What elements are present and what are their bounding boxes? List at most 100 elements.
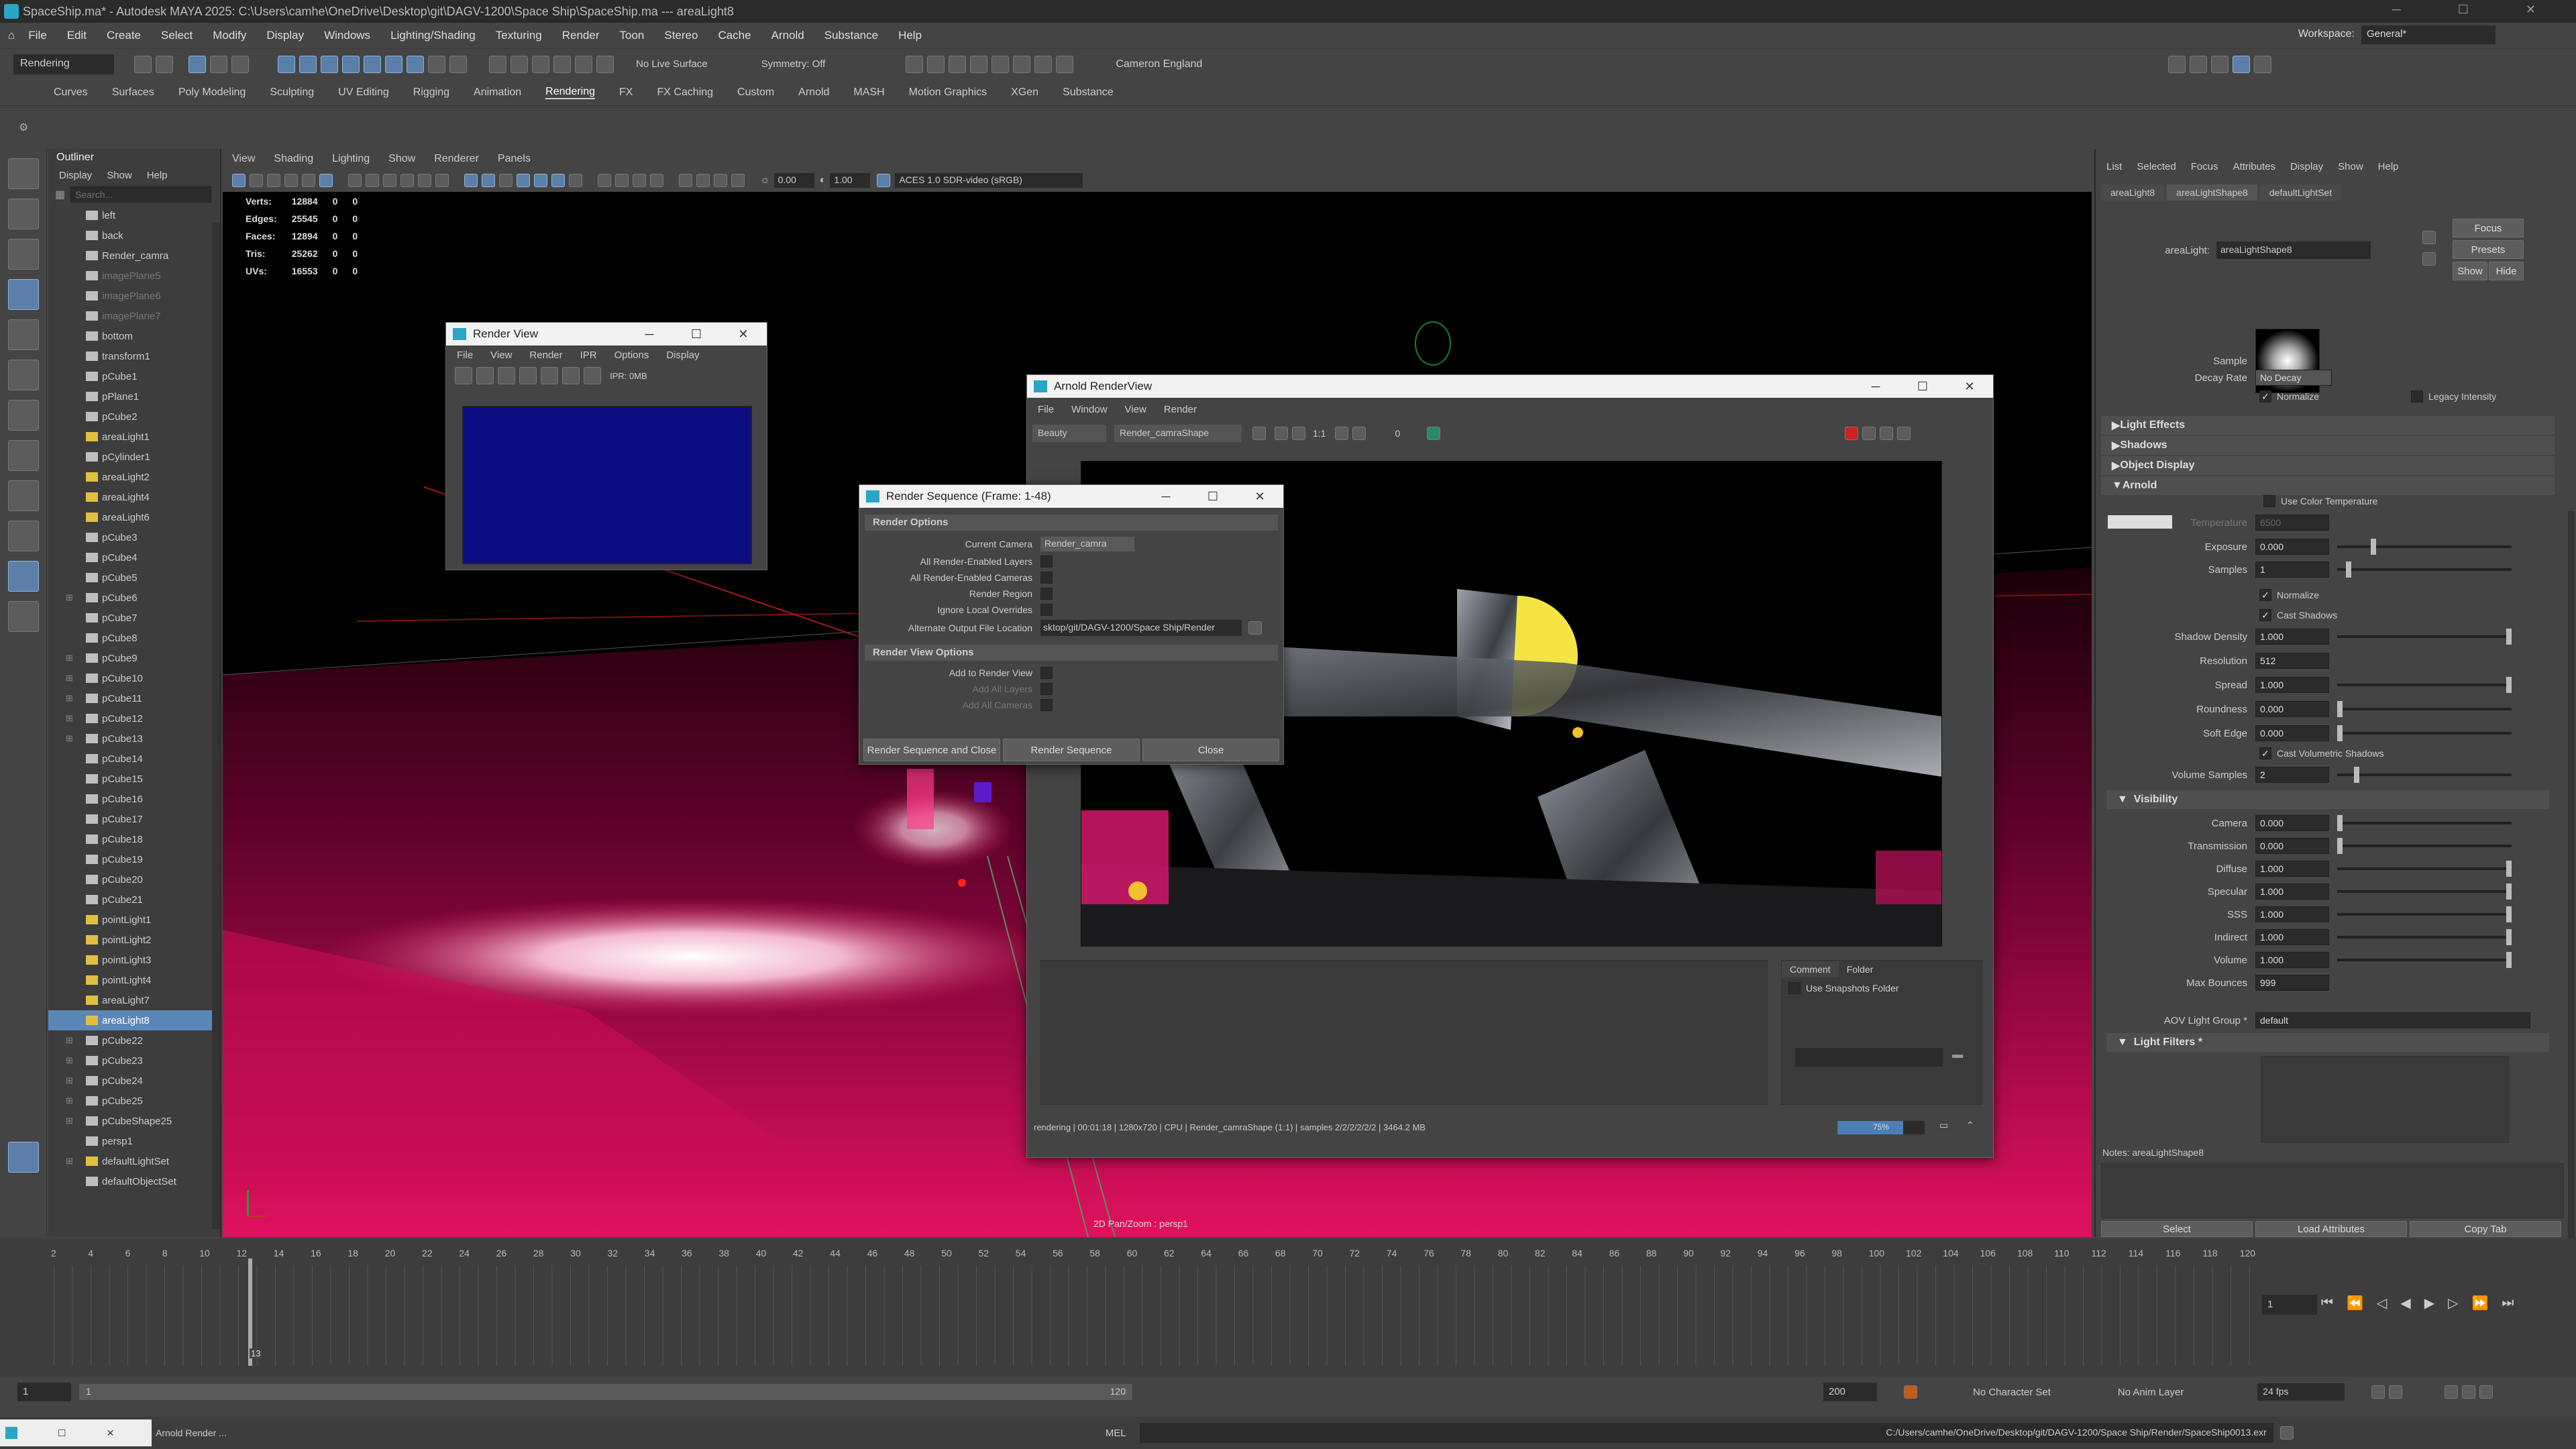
menu-stereo[interactable]: Stereo	[664, 29, 698, 42]
outliner-menu-show[interactable]: Show	[107, 170, 132, 181]
ae-section-shadows[interactable]: ▶ Shadows	[2101, 436, 2555, 455]
browse-folder-icon[interactable]	[1248, 621, 1262, 635]
aov-light-group-field[interactable]: default	[2255, 1012, 2530, 1028]
expand-icon[interactable]: ⊞	[66, 592, 73, 603]
play-forwards-icon[interactable]: ▶	[2424, 1295, 2434, 1311]
snap-curve-icon[interactable]	[511, 55, 528, 73]
attribute-slider[interactable]	[2337, 929, 2512, 945]
close-icon[interactable]: ✕	[107, 1428, 115, 1439]
menu-arnold[interactable]: Arnold	[771, 29, 804, 42]
menu-edit[interactable]: Edit	[67, 29, 87, 42]
close-button[interactable]: ✕	[1236, 485, 1283, 508]
select-surfaces-icon[interactable]	[342, 55, 360, 73]
scale-tool-icon[interactable]	[8, 360, 39, 390]
close-button[interactable]: ✕	[720, 323, 767, 345]
isolate-select-icon[interactable]	[679, 174, 692, 187]
slider-thumb[interactable]	[2506, 883, 2512, 900]
expand-icon[interactable]: ⊞	[66, 1156, 73, 1167]
outliner-menu-display[interactable]: Display	[59, 170, 92, 181]
render-view-menu-display[interactable]: Display	[666, 350, 699, 361]
pause-render-icon[interactable]	[1056, 55, 1074, 73]
outliner-item[interactable]: pCube4	[48, 547, 220, 568]
ae-menu-display[interactable]: Display	[2290, 161, 2323, 172]
render-view-titlebar[interactable]: Render View ─ ☐ ✕	[446, 323, 767, 345]
outliner-item[interactable]: pCube3	[48, 527, 220, 547]
channel-box-toggle-icon[interactable]	[2211, 55, 2229, 73]
keep-image-icon[interactable]	[562, 367, 580, 384]
menu-substance[interactable]: Substance	[824, 29, 878, 42]
normalize2-checkbox[interactable]: ✓	[2259, 589, 2271, 601]
workspace-dropdown[interactable]: General*	[2361, 25, 2496, 44]
anim-layer-dropdown[interactable]: No Anim Layer	[2118, 1387, 2184, 1398]
viewport-menu-shading[interactable]: Shading	[274, 153, 313, 165]
outliner-item[interactable]: persp1	[48, 1131, 220, 1151]
render-frame-icon[interactable]	[927, 55, 945, 73]
paint-select-tool-icon[interactable]	[8, 239, 39, 270]
outliner-item[interactable]: ⊞ pCube9	[48, 648, 220, 668]
arnold-titlebar[interactable]: Arnold RenderView ─ ☐ ✕	[1027, 375, 1993, 398]
menu-windows[interactable]: Windows	[324, 29, 370, 42]
outliner-item[interactable]: ⊞ pCube13	[48, 729, 220, 749]
film-gate-icon[interactable]	[366, 174, 379, 187]
redo-render-icon[interactable]	[455, 367, 472, 384]
expand-icon[interactable]: ⊞	[66, 713, 73, 724]
shelf-tab-fx[interactable]: FX	[619, 87, 633, 99]
shelf-tab-custom[interactable]: Custom	[737, 87, 774, 99]
minimized-window-tab[interactable]: ☐ ✕	[0, 1419, 152, 1446]
auto-key-icon[interactable]	[1904, 1385, 1917, 1399]
attribute-slider[interactable]	[2337, 861, 2512, 877]
backface-culling-icon[interactable]	[731, 174, 745, 187]
render-view-menu-options[interactable]: Options	[614, 350, 649, 361]
outliner-item[interactable]: back	[48, 225, 220, 246]
attribute-field[interactable]: 0.000	[2255, 815, 2329, 831]
focus-output-icon[interactable]	[2422, 252, 2436, 266]
snap-view-plane-icon[interactable]	[575, 55, 592, 73]
expand-icon[interactable]: ⊞	[66, 653, 73, 663]
attribute-field[interactable]: 1.000	[2255, 906, 2329, 922]
safe-action-icon[interactable]	[435, 174, 449, 187]
slider-thumb[interactable]	[2354, 767, 2360, 783]
current-frame-field[interactable]: 1	[2262, 1295, 2317, 1315]
shelf-tab-rendering[interactable]: Rendering	[545, 86, 595, 99]
current-camera-dropdown[interactable]: Render_camra	[1040, 537, 1134, 551]
four-view-icon[interactable]	[8, 480, 39, 511]
render-view-menu-ipr[interactable]: IPR	[580, 350, 597, 361]
attribute-slider[interactable]	[2337, 629, 2512, 645]
menu-display[interactable]: Display	[266, 29, 304, 42]
select-curves-icon[interactable]	[321, 55, 338, 73]
outliner-item[interactable]: pointLight4	[48, 970, 220, 990]
outliner-menu-help[interactable]: Help	[147, 170, 168, 181]
restore-icon[interactable]: ☐	[58, 1428, 66, 1439]
ratio-label[interactable]: 1:1	[1313, 428, 1326, 439]
cache-icon[interactable]	[2389, 1385, 2403, 1399]
tab-comment[interactable]: Comment	[1782, 961, 1839, 977]
outliner-item[interactable]: imagePlane6	[48, 286, 220, 306]
notes-field[interactable]	[2101, 1163, 2564, 1218]
wireframe-icon[interactable]	[464, 174, 478, 187]
shelf-tab-animation[interactable]: Animation	[474, 87, 521, 99]
ae-menu-focus[interactable]: Focus	[2191, 161, 2218, 172]
outliner-item[interactable]: pCube16	[48, 789, 220, 809]
character-set-dropdown[interactable]: No Character Set	[1973, 1387, 2051, 1398]
search-tool-icon[interactable]	[8, 601, 39, 632]
mel-label[interactable]: MEL	[1106, 1428, 1126, 1439]
attribute-slider[interactable]	[2337, 539, 2512, 555]
focus-input-icon[interactable]	[2422, 231, 2436, 244]
menu-create[interactable]: Create	[107, 29, 141, 42]
cast-shadows-checkbox[interactable]: ✓	[2259, 609, 2271, 621]
step-forward-frame-icon[interactable]: ▷	[2448, 1295, 2458, 1311]
display-rgb-icon[interactable]	[584, 367, 601, 384]
range-slider[interactable]: 1 120	[79, 1384, 1132, 1400]
copy-tab-button[interactable]: Copy Tab	[2410, 1221, 2561, 1237]
light-filters-list[interactable]	[2261, 1056, 2509, 1143]
outliner-item[interactable]: areaLight8	[48, 1010, 220, 1030]
show-button[interactable]: Show	[2453, 262, 2487, 280]
channel-display-icon[interactable]	[1335, 427, 1349, 440]
render-sequence-and-close-button[interactable]: Render Sequence and Close	[863, 739, 1000, 761]
render-view-icon[interactable]	[970, 55, 988, 73]
volume-samples-slider[interactable]	[2337, 767, 2512, 783]
use-all-lights-icon[interactable]	[551, 174, 565, 187]
outliner-item[interactable]: left	[48, 205, 220, 225]
attribute-field[interactable]: 1.000	[2255, 677, 2329, 693]
grease-pencil-icon[interactable]	[319, 174, 333, 187]
